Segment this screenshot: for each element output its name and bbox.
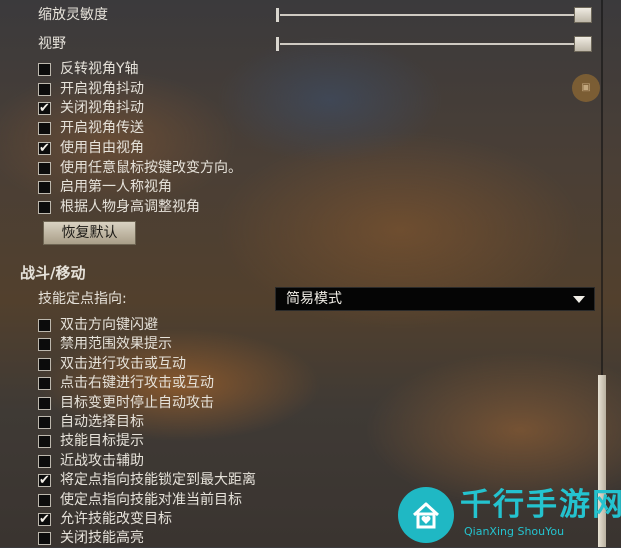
checkbox-label: 使用自由视角 [60,139,144,156]
checkmark-icon: ✔ [39,473,50,489]
checkbox-label: 开启视角抖动 [60,80,144,97]
checkbox-option[interactable]: 点击右键进行攻击或互动 [38,374,214,393]
checkbox-unchecked[interactable] [38,357,51,371]
checkbox-option[interactable]: 使用任意鼠标按键改变方向。 [38,159,242,178]
checkbox-unchecked[interactable] [38,200,51,214]
checkbox-label: 启用第一人称视角 [60,179,172,196]
slider-start-cap [276,37,279,51]
checkbox-label: 点击右键进行攻击或互动 [60,375,214,392]
zoom-sensitivity-label: 缩放灵敏度 [38,7,108,23]
checkbox-label: 双击进行攻击或互动 [60,355,186,372]
checkbox-unchecked[interactable] [38,122,51,136]
checkbox-label: 关闭技能高亮 [60,530,144,547]
checkbox-label: 允许技能改变目标 [60,511,172,527]
chevron-down-icon [573,296,585,303]
checkbox-checked[interactable]: ✔ [38,513,51,526]
slider-line [280,14,580,16]
checkbox-unchecked[interactable] [38,181,51,195]
checkbox-unchecked[interactable] [38,161,51,175]
checkbox-label: 自动选择目标 [60,414,144,430]
site-watermark: 千行手游网 QianXing ShouYou [398,483,621,545]
checkbox-option[interactable]: ✔ 将定点指向技能锁定到最大距离 [38,471,256,490]
checkbox-option[interactable]: 使定点指向技能对准当前目标 [38,491,242,510]
checkbox-option[interactable]: ✔ 允许技能改变目标 [38,510,172,529]
checkbox-option[interactable]: ✔ 关闭视角抖动 [38,99,144,118]
house-logo-icon [398,487,454,543]
field-of-view-slider-row: 视野 [28,33,598,55]
checkbox-label: 双击方向键闪避 [60,317,158,333]
checkbox-unchecked[interactable] [38,338,51,352]
field-of-view-label: 视野 [38,36,66,52]
zoom-sensitivity-slider-row: 缩放灵敏度 [28,4,598,26]
checkbox-label: 将定点指向技能锁定到最大距离 [60,472,256,489]
checkbox-label: 近战攻击辅助 [60,452,144,469]
checkbox-option[interactable]: 双击进行攻击或互动 [38,355,186,374]
watermark-title: 千行手游网 [460,487,621,523]
field-of-view-slider[interactable] [276,36,596,52]
checkbox-checked[interactable]: ✔ [38,101,51,117]
checkbox-option[interactable]: 禁用范围效果提示 [38,335,172,354]
skill-targeting-label: 技能定点指向: [38,291,127,307]
checkbox-label: 技能目标提示 [60,433,144,450]
checkbox-option[interactable]: 关闭技能高亮 [38,529,144,548]
skill-targeting-dropdown[interactable]: 简易模式 [275,287,595,311]
checkbox-unchecked[interactable] [38,63,51,76]
checkbox-unchecked[interactable] [38,396,51,410]
checkbox-label: 关闭视角抖动 [60,100,144,117]
slider-line [280,43,580,45]
faded-badge-icon: ▣ [572,74,600,102]
checkbox-option[interactable]: ✔ 使用自由视角 [38,139,144,158]
checkbox-option[interactable]: 双击方向键闪避 [38,316,158,335]
checkbox-option[interactable]: 启用第一人称视角 [38,178,172,197]
checkbox-option[interactable]: 近战攻击辅助 [38,452,144,471]
watermark-subtitle: QianXing ShouYou [464,525,565,538]
dropdown-selected-value: 简易模式 [286,291,342,307]
checkmark-icon: ✔ [39,512,50,527]
checkbox-option[interactable]: 自动选择目标 [38,413,144,432]
checkbox-label: 开启视角传送 [60,120,144,137]
checkbox-unchecked[interactable] [38,532,51,546]
checkbox-option[interactable]: 目标变更时停止自动攻击 [38,394,214,413]
checkbox-unchecked[interactable] [38,435,51,449]
checkbox-unchecked[interactable] [38,416,51,429]
slider-thumb[interactable] [574,7,592,23]
checkbox-option[interactable]: 反转视角Y轴 [38,60,139,79]
vertical-scrollbar[interactable] [598,0,607,547]
checkbox-label: 使定点指向技能对准当前目标 [60,491,242,508]
slider-start-cap [276,8,279,22]
checkbox-label: 目标变更时停止自动攻击 [60,394,214,411]
checkbox-option[interactable]: 根据人物身高调整视角 [38,198,200,217]
checkbox-unchecked[interactable] [38,493,51,507]
checkbox-unchecked[interactable] [38,82,51,96]
checkmark-icon: ✔ [39,140,50,156]
reset-defaults-button[interactable]: 恢复默认 [43,221,136,245]
checkbox-option[interactable]: 开启视角传送 [38,119,144,138]
checkbox-unchecked[interactable] [38,319,51,332]
checkbox-checked[interactable]: ✔ [38,140,51,156]
checkbox-label: 反转视角Y轴 [60,61,139,77]
slider-thumb[interactable] [574,36,592,52]
checkbox-option[interactable]: 技能目标提示 [38,432,144,451]
checkbox-label: 禁用范围效果提示 [60,336,172,353]
zoom-sensitivity-slider[interactable] [276,7,596,23]
checkbox-label: 根据人物身高调整视角 [60,198,200,215]
checkbox-label: 使用任意鼠标按键改变方向。 [60,159,242,176]
checkmark-icon: ✔ [39,101,50,117]
checkbox-checked[interactable]: ✔ [38,473,51,489]
checkbox-option[interactable]: 开启视角抖动 [38,80,144,99]
checkbox-unchecked[interactable] [38,454,51,468]
combat-movement-heading: 战斗/移动 [20,264,86,282]
checkbox-unchecked[interactable] [38,377,51,391]
